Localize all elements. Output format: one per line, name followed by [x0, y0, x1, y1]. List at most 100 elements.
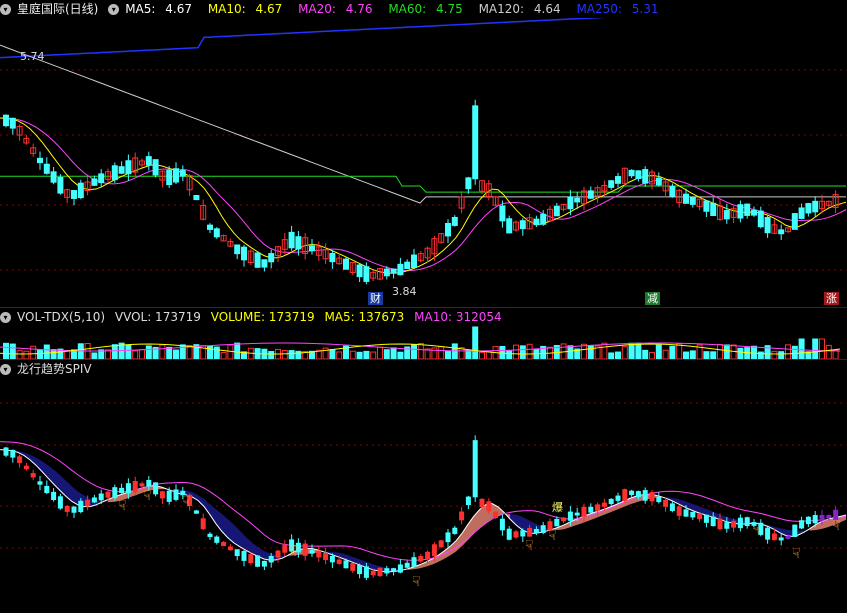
- candlestick-chart[interactable]: [0, 18, 847, 308]
- volume-collapse-icon[interactable]: ▾: [0, 312, 11, 323]
- hand-pointer-icon: ☟: [143, 488, 152, 504]
- ind-candle: [37, 481, 43, 485]
- candle-body: [9, 117, 16, 129]
- ma120-label: MA120: 4.64: [478, 2, 561, 16]
- volume-bar: [363, 350, 370, 359]
- volume-title: VOL-TDX(5,10): [17, 310, 106, 324]
- ind-candle: [357, 564, 363, 575]
- panel-divider-2[interactable]: [0, 359, 847, 360]
- candle-body: [710, 202, 717, 216]
- volume-bar: [16, 350, 23, 359]
- ind-candle: [207, 533, 213, 538]
- candle-body: [98, 173, 105, 184]
- candle-body: [77, 182, 84, 199]
- ind-candle: [241, 551, 247, 561]
- volume-bar: [669, 345, 676, 359]
- volume-bar: [234, 342, 241, 359]
- indicator-header: ▾ 龙行趋势SPIV: [0, 360, 98, 378]
- volume-bar: [717, 344, 723, 359]
- volume-bar: [281, 349, 288, 359]
- candle-body: [173, 168, 179, 183]
- candle-body: [91, 178, 98, 186]
- ind-candle: [404, 562, 410, 568]
- collapse-icon[interactable]: ▾: [0, 4, 11, 15]
- ind-candle: [268, 556, 274, 563]
- ind-candle: [132, 480, 138, 493]
- volume-bar: [737, 347, 744, 359]
- volume-bar: [771, 350, 778, 359]
- ind-candle: [574, 512, 580, 516]
- candle-body: [778, 229, 785, 235]
- volume-bar: [655, 344, 662, 359]
- ma60-label: MA60: 4.75: [388, 2, 463, 16]
- tag-jian[interactable]: 减: [645, 292, 660, 305]
- volume-bar: [9, 343, 16, 359]
- candle-body: [757, 210, 764, 228]
- ind-candle: [472, 440, 478, 498]
- candle-body: [703, 200, 710, 212]
- candle-body: [288, 231, 295, 249]
- ind-candle: [44, 485, 50, 494]
- candle-body: [689, 196, 696, 205]
- candle-body: [383, 268, 390, 277]
- ind-candle: [438, 540, 444, 548]
- volume-bar: [519, 345, 526, 359]
- ind-candle: [98, 493, 104, 501]
- candle-body: [3, 114, 9, 127]
- ma250-label: MA250: 5.31: [576, 2, 659, 16]
- ind-candle: [778, 537, 784, 541]
- volume-bar: [383, 349, 390, 359]
- ind-candle: [703, 514, 709, 523]
- stock-title: 皇庭国际(日线): [17, 2, 99, 16]
- hand-pointer-icon: ☟: [792, 546, 801, 562]
- ind-candle: [275, 550, 281, 558]
- tag-zhang[interactable]: 涨: [824, 292, 839, 305]
- ind-candle: [343, 560, 349, 569]
- volume-bar: [132, 350, 139, 359]
- candle-body: [207, 224, 213, 230]
- ind-candle: [731, 520, 737, 528]
- candle-body: [499, 205, 506, 222]
- ind-candle: [370, 570, 376, 576]
- ma20-label: MA20: 4.76: [298, 2, 373, 16]
- indicator-chart[interactable]: ☟ ☟ ☟ ☟ ☟ ☟ ☟ ☟ ☟ ☟: [0, 378, 847, 613]
- volume-bar: [139, 349, 145, 359]
- ind-candle: [125, 483, 131, 494]
- volume-bar: [506, 350, 513, 359]
- candle-body: [363, 266, 370, 282]
- volume-bar: [778, 351, 785, 359]
- volume-bar: [438, 346, 445, 359]
- candle-body: [723, 210, 730, 220]
- ind-candle: [85, 499, 91, 507]
- ind-candle: [173, 489, 179, 500]
- settings-icon[interactable]: ▾: [108, 4, 120, 15]
- candle-body: [587, 190, 594, 199]
- ind-candle: [737, 517, 743, 529]
- volume-bar: [37, 349, 43, 359]
- candle-body: [628, 169, 635, 177]
- hand-pointer-icon: ☟: [182, 494, 191, 510]
- volume-bar: [676, 343, 683, 359]
- candle-body: [268, 253, 275, 263]
- candle-body: [411, 254, 417, 269]
- volume-bar: [377, 346, 383, 359]
- volume-chart[interactable]: [0, 325, 847, 359]
- ind-candle: [159, 491, 165, 499]
- candle-body: [615, 176, 621, 184]
- ind-candle: [465, 496, 471, 506]
- ind-candle: [527, 527, 533, 537]
- main-chart-header: ▾ 皇庭国际(日线) ▾ MA5: 4.67 MA10: 4.67 MA20: 4.…: [0, 0, 670, 18]
- volume-bar: [689, 350, 696, 359]
- tag-cai[interactable]: 财: [368, 292, 383, 305]
- ind-candle: [316, 550, 322, 558]
- volume-bar: [581, 343, 587, 359]
- indicator-collapse-icon[interactable]: ▾: [0, 364, 11, 375]
- candle-body: [234, 244, 241, 255]
- vol-ma5-label: MA5: 137673: [324, 310, 405, 324]
- volume-bar: [207, 345, 213, 359]
- candle-body: [309, 245, 315, 252]
- ma5-label: MA5: 4.67: [125, 2, 192, 16]
- candle-body: [519, 220, 526, 230]
- candle-body: [465, 177, 472, 190]
- candle-body: [451, 216, 458, 226]
